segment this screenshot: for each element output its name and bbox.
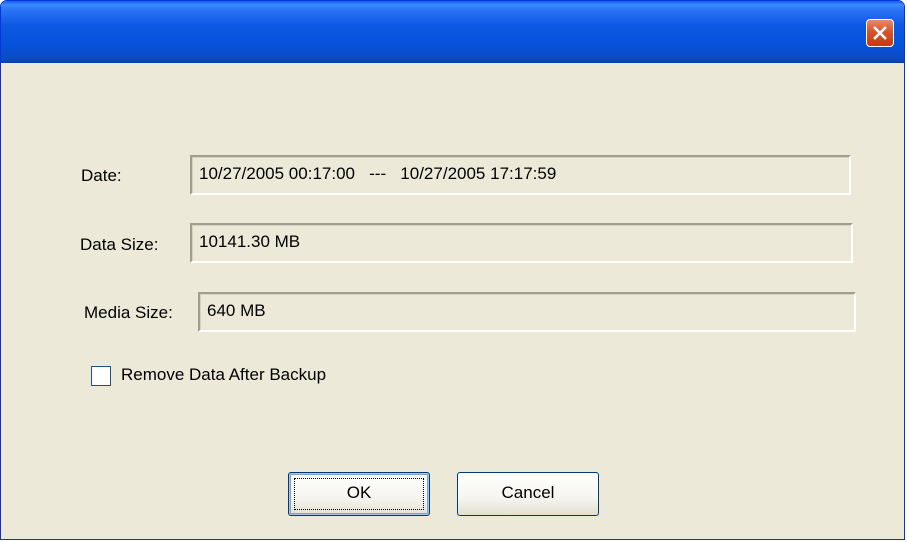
ok-button[interactable]: OK [288, 472, 430, 516]
date-range-field: 10/27/2005 00:17:00 --- 10/27/2005 17:17… [190, 155, 851, 195]
remove-data-checkbox[interactable] [91, 366, 111, 386]
dialog-body: Date: 10/27/2005 00:17:00 --- 10/27/2005… [1, 63, 904, 539]
media-size-label: Media Size: [84, 303, 173, 322]
data-size-label: Data Size: [80, 235, 159, 254]
close-x-icon [873, 26, 887, 40]
title-bar[interactable] [1, 1, 904, 63]
media-size-field: 640 MB [198, 292, 856, 332]
remove-data-label[interactable]: Remove Data After Backup [121, 365, 326, 385]
data-size-field: 10141.30 MB [190, 223, 853, 263]
cancel-button-label: Cancel [501, 483, 555, 502]
date-label: Date: [81, 166, 122, 185]
focus-ring [294, 478, 424, 510]
close-button[interactable] [866, 19, 894, 47]
cancel-button[interactable]: Cancel [457, 472, 599, 516]
backup-dialog: Date: 10/27/2005 00:17:00 --- 10/27/2005… [0, 0, 905, 540]
